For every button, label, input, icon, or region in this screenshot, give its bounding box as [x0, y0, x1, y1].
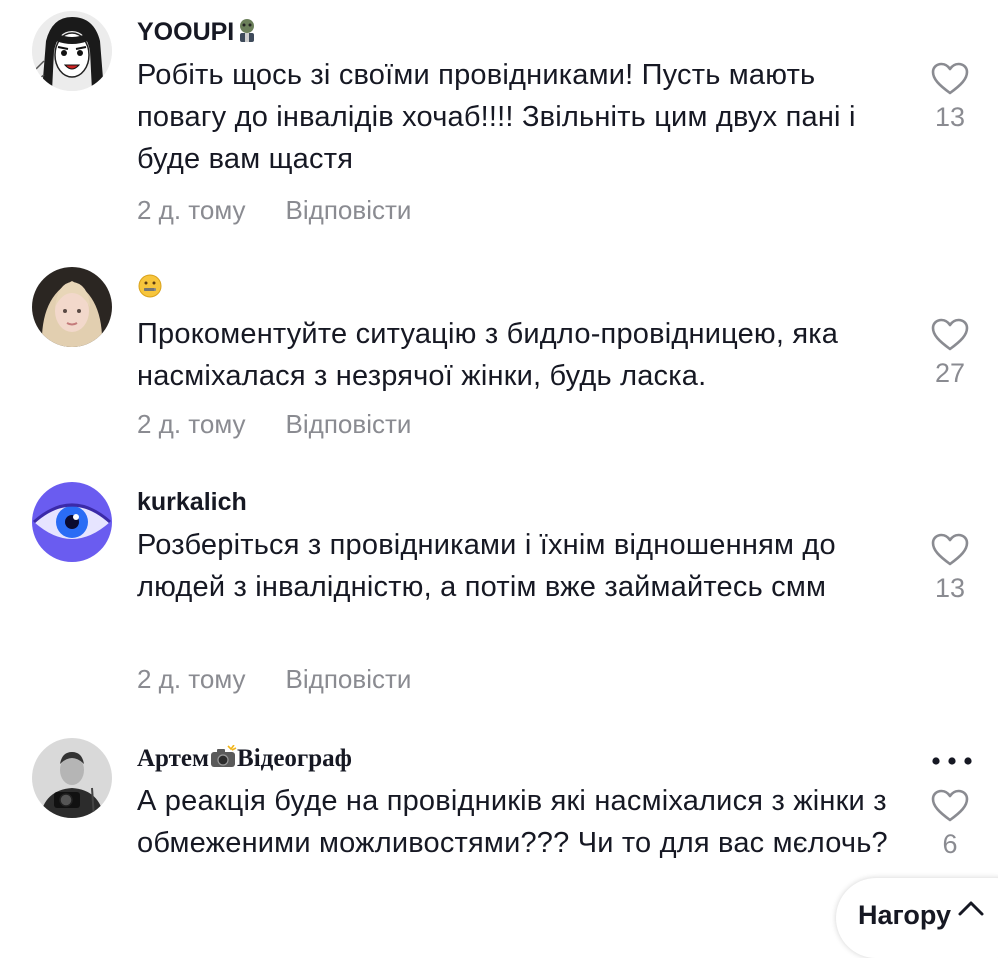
comment-text: Розберіться з провідниками і їхнім відно…	[137, 529, 836, 603]
anime-girl-avatar-icon	[32, 11, 112, 91]
avatar[interactable]	[32, 11, 112, 91]
like-button[interactable]: 27	[928, 318, 972, 389]
camera-flash-icon	[209, 744, 237, 776]
chevron-up-icon	[958, 901, 984, 916]
reply-button[interactable]: Відповісти	[286, 664, 412, 694]
like-count: 13	[934, 573, 966, 603]
username-text: YOOUPI	[137, 18, 235, 47]
zipper-mouth-face-icon	[137, 273, 163, 306]
avatar[interactable]	[32, 482, 112, 562]
username-text: kurkalich	[137, 488, 247, 516]
comment-time: 2 д. тому	[137, 195, 246, 225]
comment-username[interactable]: YOOUPI	[137, 17, 260, 50]
man-with-camera-avatar-icon	[32, 738, 112, 818]
like-button[interactable]: 13	[928, 533, 972, 604]
blonde-woman-avatar-icon	[32, 267, 112, 347]
username-text: Відеограф	[237, 745, 352, 773]
like-count: 6	[942, 829, 958, 859]
like-button[interactable]: 13	[928, 62, 972, 133]
heart-icon	[931, 318, 969, 351]
reply-button[interactable]: Відповісти	[286, 195, 412, 225]
zombie-icon	[234, 17, 260, 50]
comment-text: А реакція буде на провідників які насміх…	[137, 785, 888, 859]
blue-eye-avatar-icon	[32, 482, 112, 562]
comment-time: 2 д. тому	[137, 409, 246, 439]
back-to-top-button[interactable]: Нагору	[836, 878, 998, 958]
username-text: Артем	[137, 745, 210, 773]
heart-icon	[931, 533, 969, 566]
comment-time: 2 д. тому	[137, 664, 246, 694]
comment-text: Робіть щось зі своїми провідниками! Пуст…	[137, 59, 856, 175]
reply-button[interactable]: Відповісти	[286, 409, 412, 439]
like-count: 27	[934, 358, 966, 388]
comment-meta: 2 д. тому Відповісти	[137, 409, 411, 440]
comment-username[interactable]	[137, 273, 163, 306]
like-count: 13	[934, 102, 966, 132]
like-button[interactable]: 6	[928, 789, 972, 860]
comment-meta: 2 д. тому Відповісти	[137, 664, 411, 695]
heart-icon	[931, 62, 969, 95]
comment-text: Прокоментуйте ситуацію з бидло-провідниц…	[137, 318, 839, 392]
heart-icon	[931, 789, 969, 822]
comment-meta: 2 д. тому Відповісти	[137, 195, 411, 226]
avatar[interactable]	[32, 738, 112, 818]
comment-username[interactable]: Артем Відеограф	[137, 744, 352, 776]
avatar[interactable]	[32, 267, 112, 347]
comment-username[interactable]: kurkalich	[137, 488, 247, 517]
more-options-icon[interactable]	[930, 753, 974, 769]
